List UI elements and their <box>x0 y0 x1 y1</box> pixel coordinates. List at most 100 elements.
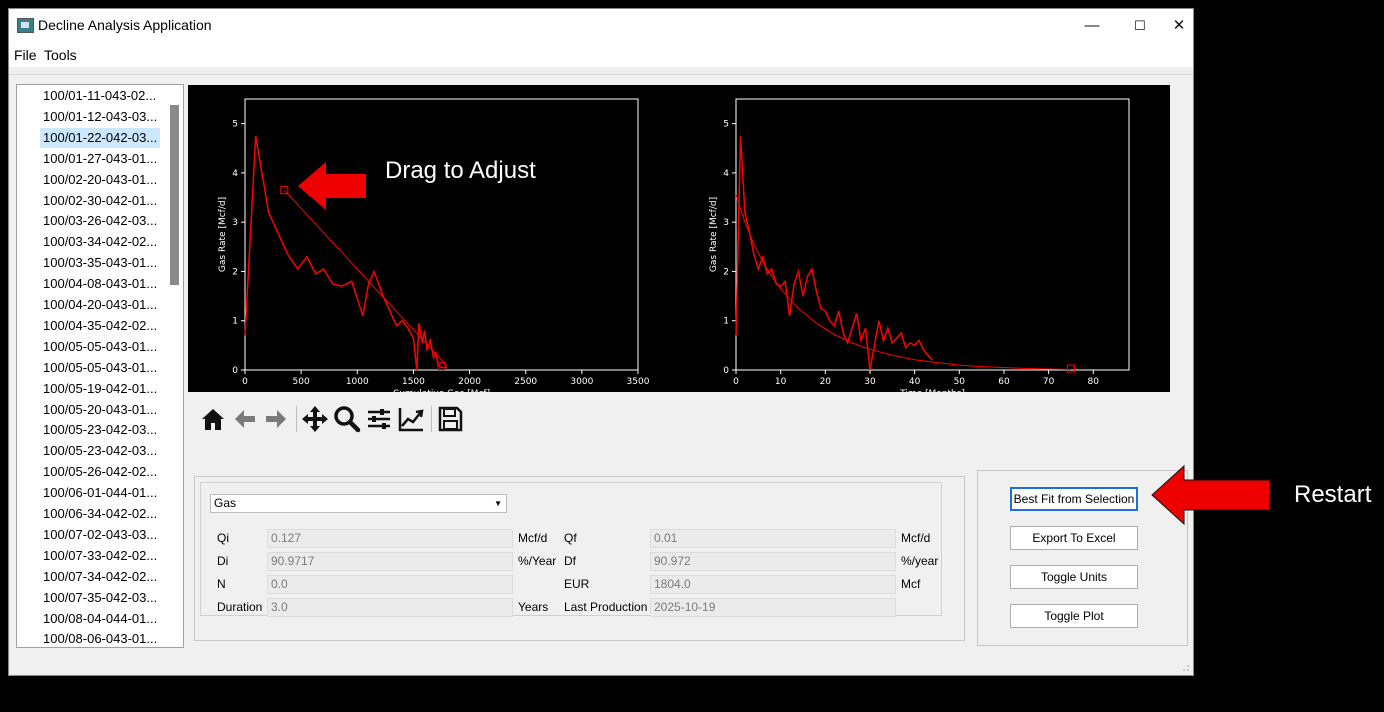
x-tick-label: 0 <box>242 377 248 387</box>
well-list-item[interactable]: 100/07-34-042-02... <box>40 567 160 587</box>
eur-label: EUR <box>564 577 590 591</box>
well-list-item[interactable]: 100/06-34-042-02... <box>40 504 160 524</box>
well-list-item[interactable]: 100/01-27-043-01... <box>40 149 160 169</box>
well-list-item[interactable]: 100/05-20-043-01... <box>40 400 160 420</box>
x-tick-label: 80 <box>1088 377 1100 387</box>
last-production-field[interactable]: 2025-10-19 <box>650 598 896 617</box>
x-tick-label: 60 <box>998 377 1010 387</box>
menu-separator <box>9 74 1193 75</box>
duration-field[interactable]: 3.0 <box>267 598 513 617</box>
x-tick-label: 3500 <box>627 377 650 387</box>
restart-arrow-icon <box>1151 464 1271 526</box>
plot-axes-frame <box>735 98 1130 371</box>
qf-unit: Mcf/d <box>901 531 931 545</box>
well-list-item[interactable]: 100/03-34-042-02... <box>40 232 160 252</box>
y-tick-label: 1 <box>723 317 729 327</box>
duration-unit: Years <box>518 600 549 614</box>
zoom-icon[interactable] <box>332 404 362 434</box>
well-list-item[interactable]: 100/04-08-043-01... <box>40 274 160 294</box>
close-button[interactable]: ✕ <box>1165 9 1193 43</box>
toggle-units-button[interactable]: Toggle Units <box>1010 565 1138 589</box>
x-tick-label: 2000 <box>458 377 481 387</box>
configure-subplots-icon[interactable] <box>364 404 394 434</box>
edit-axes-icon[interactable] <box>396 404 426 434</box>
qi-field[interactable]: 0.127 <box>267 529 513 548</box>
y-tick-label: 2 <box>232 267 238 277</box>
well-list-item[interactable]: 100/08-06-043-01... <box>40 629 160 647</box>
di-field[interactable]: 90.9717 <box>267 552 513 571</box>
drag-handle <box>1066 364 1075 373</box>
minimize-button[interactable]: — <box>1069 9 1115 43</box>
qi-label: Qi <box>217 531 229 545</box>
product-select[interactable]: Gas ▼ <box>210 494 507 513</box>
di-label: Di <box>217 554 229 568</box>
qf-label: Qf <box>564 531 577 545</box>
menu-file[interactable]: File <box>14 47 37 63</box>
well-list[interactable]: 100/01-11-043-02... 100/01-12-043-03... 10… <box>16 84 184 648</box>
app-icon <box>17 18 34 33</box>
back-arrow-icon[interactable] <box>230 404 260 434</box>
y-tick-label: 5 <box>723 120 729 130</box>
y-tick-label: 3 <box>723 218 729 228</box>
df-unit: %/year <box>901 554 939 568</box>
eur-field[interactable]: 1804.0 <box>650 575 896 594</box>
x-tick-label: 50 <box>954 377 966 387</box>
well-list-item[interactable]: 100/07-33-042-02... <box>40 546 160 566</box>
qi-unit: Mcf/d <box>518 531 548 545</box>
resize-grip-icon[interactable] <box>1182 664 1190 672</box>
well-list-item[interactable]: 100/01-11-043-02... <box>40 86 159 106</box>
y-tick-label: 2 <box>723 267 729 277</box>
df-label: Df <box>564 554 576 568</box>
well-list-item[interactable]: 100/05-23-042-03... <box>40 420 160 440</box>
y-axis-label: Gas Rate [Mcf/d] <box>709 197 719 272</box>
well-list-item[interactable]: 100/05-19-042-01... <box>40 379 160 399</box>
x-tick-label: 3000 <box>570 377 593 387</box>
product-select-value: Gas <box>214 496 237 510</box>
chevron-down-icon: ▼ <box>494 499 502 508</box>
save-icon[interactable] <box>435 404 465 434</box>
maximize-button[interactable]: ☐ <box>1117 9 1163 43</box>
plot-canvas[interactable]: 0500100015002000250030003500012345Cumula… <box>188 85 1170 399</box>
x-tick-label: 30 <box>864 377 876 387</box>
well-list-item[interactable]: 100/05-05-043-01... <box>40 358 160 378</box>
x-tick-label: 2500 <box>514 377 537 387</box>
well-list-item[interactable]: 100/01-12-043-03... <box>40 107 160 127</box>
series-line <box>735 194 1071 370</box>
n-field[interactable]: 0.0 <box>267 575 513 594</box>
well-list-item[interactable]: 100/04-20-043-01... <box>40 295 160 315</box>
well-list-item[interactable]: 100/03-35-043-01... <box>40 253 160 273</box>
menu-tools[interactable]: Tools <box>44 47 77 63</box>
toggle-plot-button[interactable]: Toggle Plot <box>1010 604 1138 628</box>
well-list-item[interactable]: 100/05-05-043-01... <box>40 337 160 357</box>
x-tick-label: 70 <box>1043 377 1055 387</box>
well-list-item[interactable]: 100/05-26-042-02... <box>40 462 160 482</box>
well-list-item[interactable]: 100/06-01-044-01... <box>40 483 160 503</box>
well-list-item[interactable]: 100/03-26-042-03... <box>40 211 160 231</box>
export-excel-button[interactable]: Export To Excel <box>1010 526 1138 550</box>
list-scrollbar-thumb[interactable] <box>170 105 179 285</box>
well-list-item[interactable]: 100/08-04-044-01... <box>40 609 160 629</box>
well-list-item[interactable]: 100/07-02-043-03... <box>40 525 160 545</box>
df-field[interactable]: 90.972 <box>650 552 896 571</box>
x-axis-label: Cumulative Gas [Mcf] <box>393 389 490 392</box>
x-tick-label: 20 <box>820 377 832 387</box>
y-tick-label: 0 <box>232 366 238 376</box>
y-tick-label: 4 <box>723 169 729 179</box>
di-unit: %/Year <box>518 554 557 568</box>
home-icon[interactable] <box>198 404 228 434</box>
well-list-item[interactable]: 100/01-22-042-03... <box>40 127 161 148</box>
y-tick-label: 4 <box>232 169 238 179</box>
best-fit-button[interactable]: Best Fit from Selection <box>1010 487 1138 511</box>
x-tick-label: 1000 <box>346 377 369 387</box>
well-list-item[interactable]: 100/07-35-042-03... <box>40 588 160 608</box>
well-list-item[interactable]: 100/02-20-043-01... <box>40 170 160 190</box>
window-title: Decline Analysis Application <box>38 17 212 33</box>
forward-arrow-icon[interactable] <box>261 404 291 434</box>
qf-field[interactable]: 0.01 <box>650 529 896 548</box>
pan-icon[interactable] <box>300 404 330 434</box>
x-tick-label: 40 <box>909 377 921 387</box>
well-list-item[interactable]: 100/05-23-042-03... <box>40 441 160 461</box>
plots-svg: 0500100015002000250030003500012345Cumula… <box>218 98 1130 399</box>
well-list-item[interactable]: 100/02-30-042-01... <box>40 191 160 211</box>
well-list-item[interactable]: 100/04-35-042-02... <box>40 316 160 336</box>
